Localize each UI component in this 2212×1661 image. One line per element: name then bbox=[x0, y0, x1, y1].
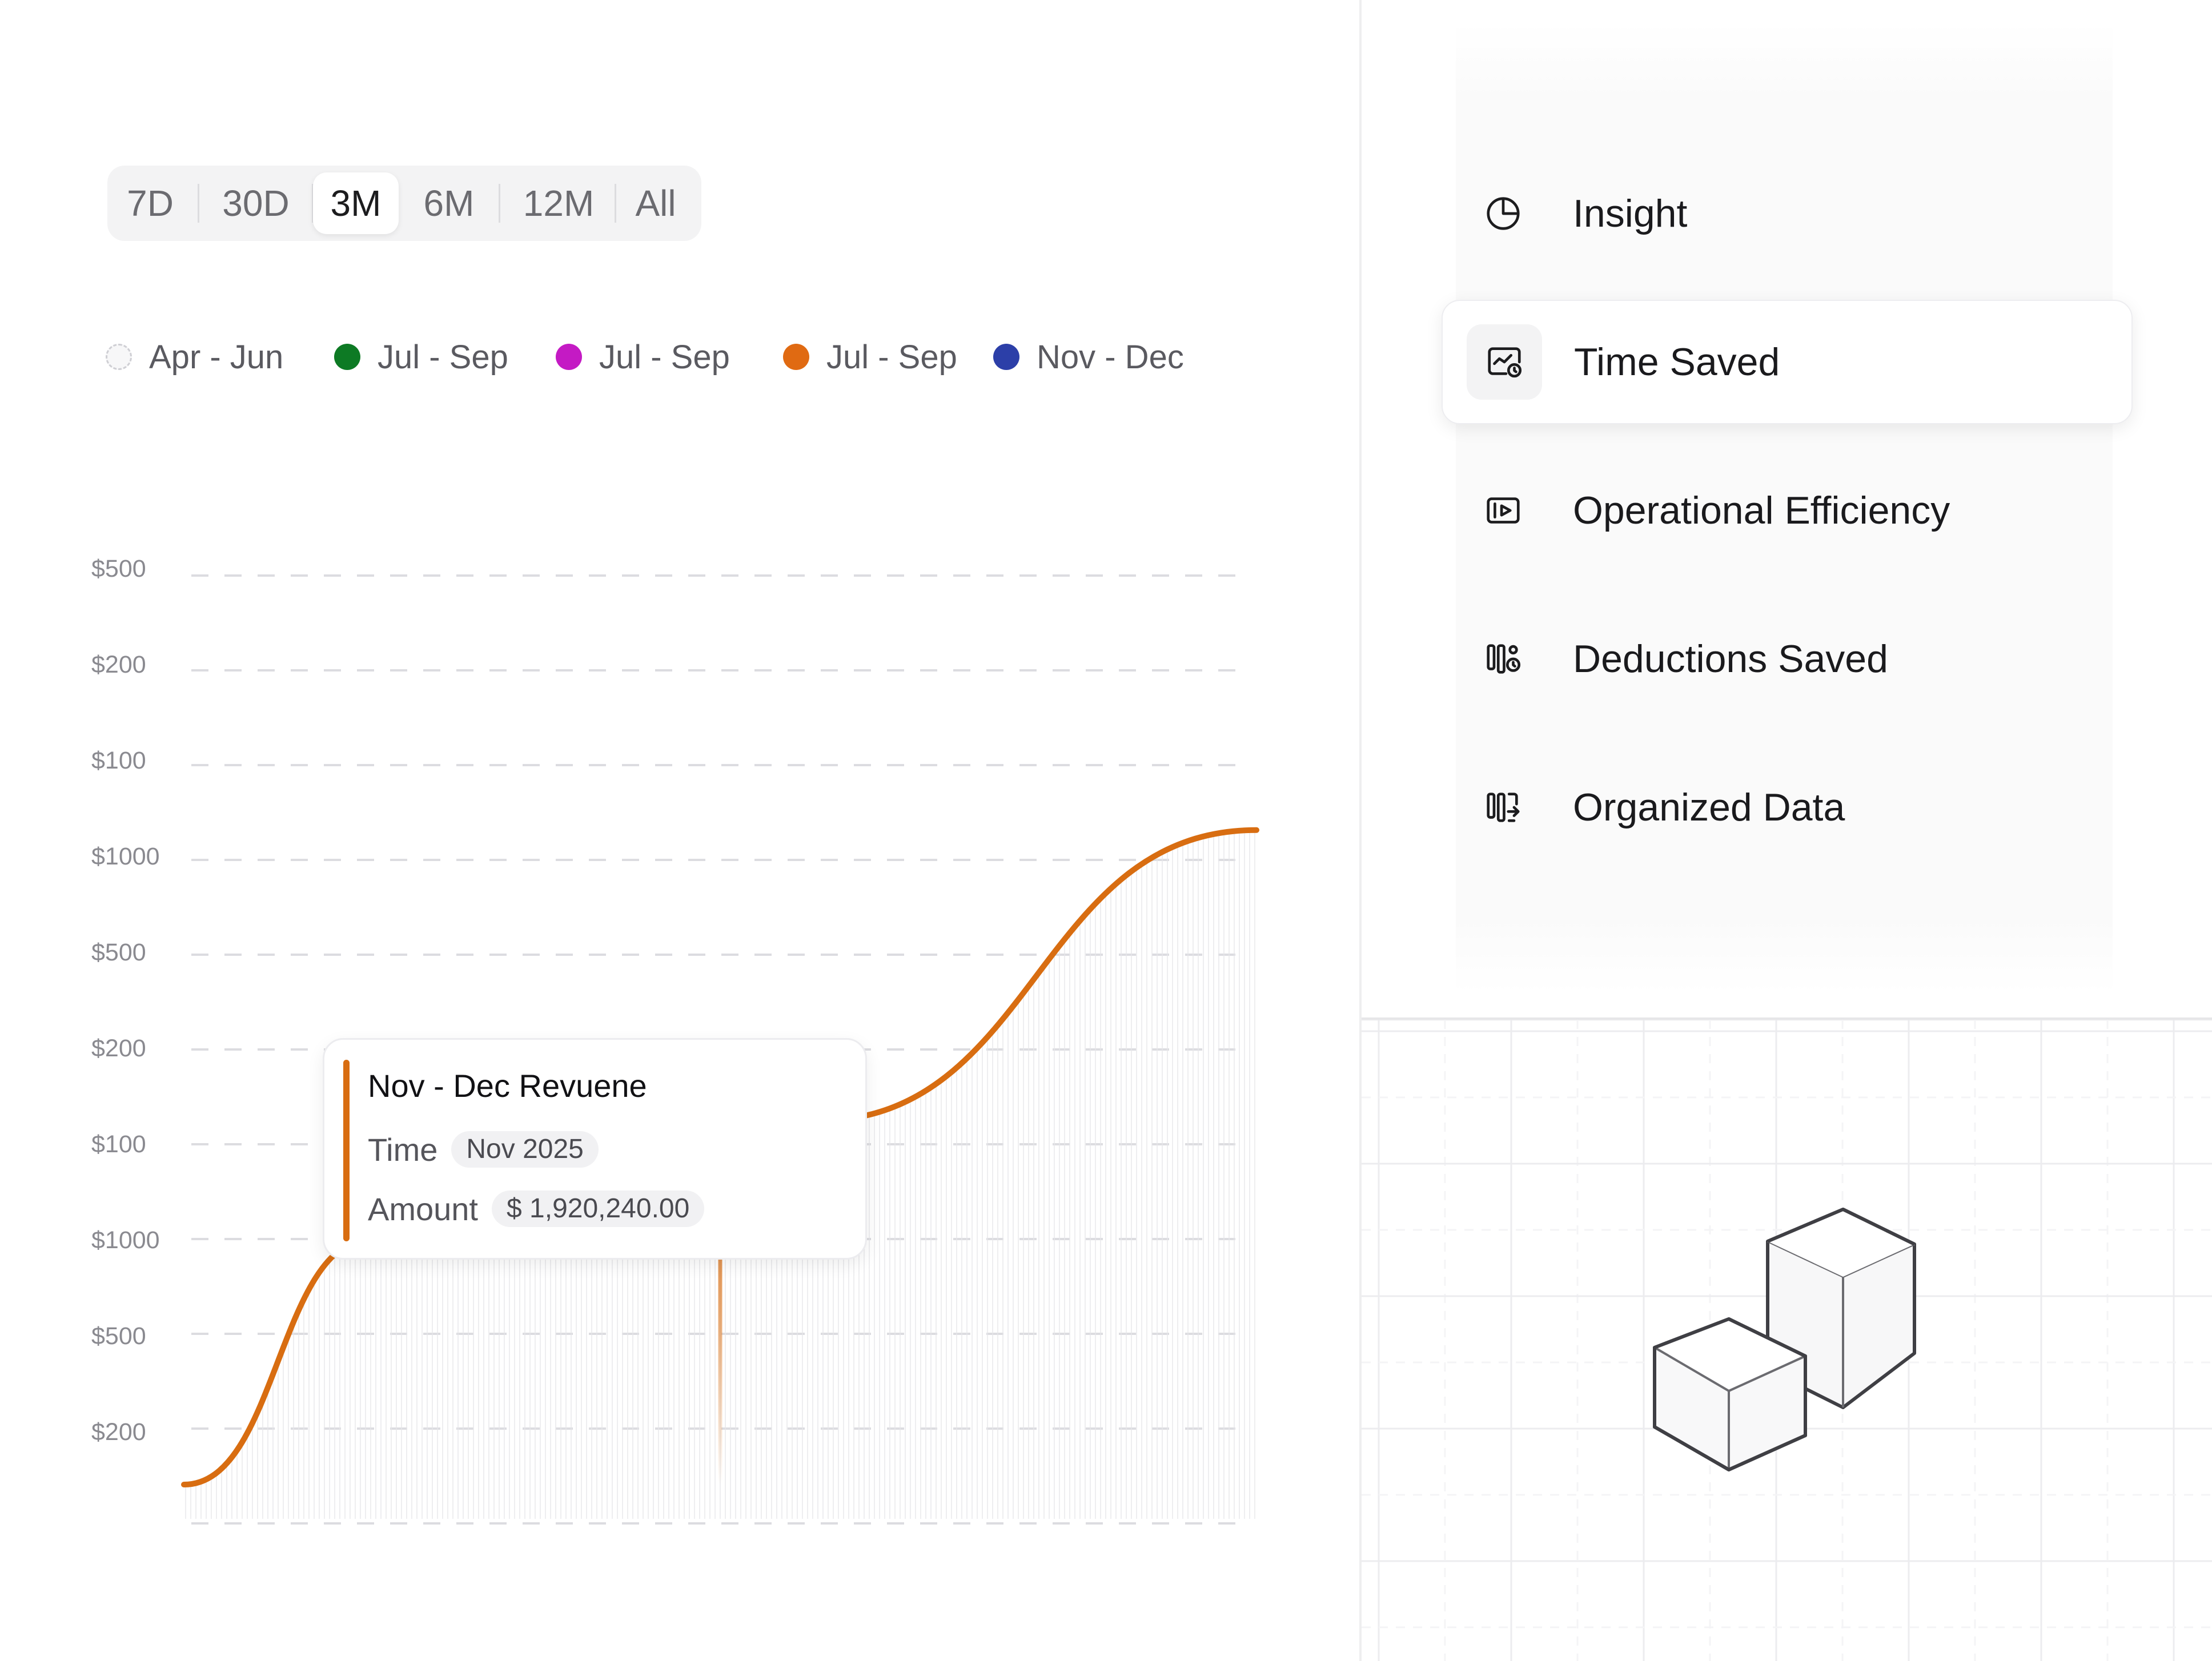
tooltip-time-row: Time Nov 2025 bbox=[368, 1127, 599, 1172]
isometric-boxes-illustration bbox=[1362, 1019, 2212, 1661]
play-frame-icon bbox=[1466, 473, 1541, 548]
line-chart bbox=[181, 574, 1259, 1525]
time-saved-icon bbox=[1467, 324, 1542, 400]
tooltip-title: Nov - Dec Revuene bbox=[368, 1068, 647, 1104]
deductions-icon bbox=[1466, 621, 1541, 697]
organized-data-icon bbox=[1466, 770, 1541, 845]
menu-item-deductions-saved[interactable]: Deductions Saved bbox=[1442, 597, 2133, 721]
menu-item-label: Time Saved bbox=[1574, 340, 1780, 384]
illustration-area bbox=[1362, 1019, 2212, 1661]
menu-item-organized-data[interactable]: Organized Data bbox=[1442, 745, 2133, 870]
tooltip-time-label: Time bbox=[368, 1131, 438, 1168]
menu-item-label: Operational Efficiency bbox=[1573, 489, 1950, 532]
menu-item-insight[interactable]: Insight bbox=[1442, 151, 2133, 276]
pie-chart-icon bbox=[1466, 176, 1541, 251]
tooltip-amount-label: Amount bbox=[368, 1191, 478, 1227]
chart-panel: 7D 30D 3M 6M 12M All Apr - Jun Jul - Sep… bbox=[0, 0, 1360, 1661]
menu-item-label: Organized Data bbox=[1573, 786, 1845, 829]
menu-item-label: Deductions Saved bbox=[1573, 637, 1888, 681]
menu-item-operational-efficiency[interactable]: Operational Efficiency bbox=[1442, 448, 2133, 573]
tooltip-accent-bar bbox=[343, 1060, 350, 1241]
menu-item-label: Insight bbox=[1573, 192, 1688, 235]
tooltip-amount-row: Amount $ 1,920,240.00 bbox=[368, 1186, 705, 1232]
tooltip-time-value: Nov 2025 bbox=[451, 1131, 599, 1168]
tooltip-amount-value: $ 1,920,240.00 bbox=[492, 1191, 705, 1227]
chart-tooltip: Nov - Dec Revuene Time Nov 2025 Amount $… bbox=[323, 1038, 867, 1260]
menu-item-time-saved[interactable]: Time Saved bbox=[1442, 300, 2133, 424]
